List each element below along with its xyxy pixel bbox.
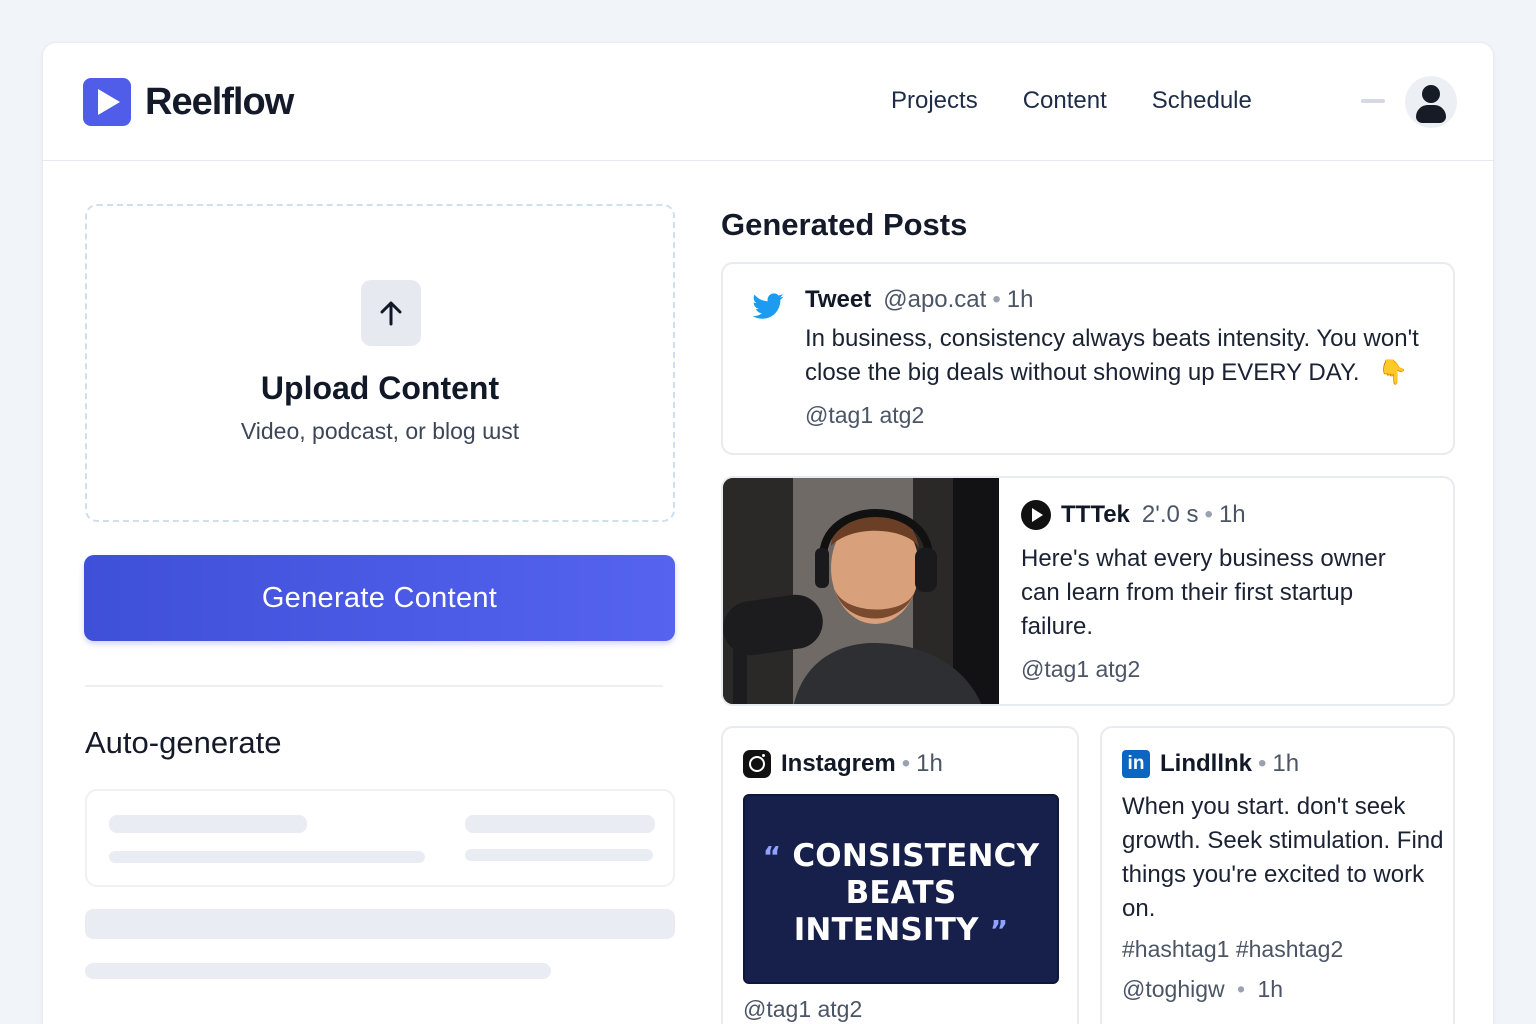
nav-schedule[interactable]: Schedule: [1152, 87, 1252, 115]
tweet-meta: Tweet @apo.cat • 1h: [805, 286, 1033, 314]
upload-dropzone[interactable]: Upload Content Video, podcast, or blog ɯ…: [85, 204, 675, 522]
twitter-bird-icon: [752, 293, 784, 319]
tweet-platform: Tweet: [805, 286, 872, 313]
linkedin-handle-row: @toghigw • 1h: [1122, 976, 1283, 1003]
linkedin-text: When you start. don't seek growth. Seek …: [1122, 793, 1444, 922]
tweet-tags: @tag1 atg2: [805, 402, 925, 428]
upload-button[interactable]: [361, 280, 421, 346]
skeleton-bar: [85, 963, 551, 979]
quote-line: INTENSITY ”: [745, 912, 1057, 949]
upload-title: Upload Content: [260, 370, 500, 406]
play-logo-icon: [83, 78, 131, 126]
tiktok-duration: 2'.0 s: [1141, 501, 1199, 528]
user-avatar[interactable]: [1405, 76, 1457, 128]
tiktok-platform: TTTek: [1061, 501, 1130, 528]
linkedin-card[interactable]: in Lindllnk • 1h When you start. don't s…: [1100, 726, 1455, 1024]
tweet-card[interactable]: Tweet @apo.cat • 1h In business, consist…: [721, 262, 1455, 455]
linkedin-handle[interactable]: @toghigw: [1122, 976, 1225, 1002]
avatar-head: [1422, 85, 1440, 103]
nav-content[interactable]: Content: [1023, 87, 1107, 115]
quote-line-2: BEATS: [845, 875, 957, 911]
app-window: Reelflow Projects Content Schedule Uploa…: [42, 42, 1494, 1024]
meta-separator: •: [1204, 501, 1213, 528]
tiktok-card[interactable]: TTTek 2'.0 s • 1h Here's what every busi…: [721, 476, 1455, 706]
podcast-photo-illustration: [723, 478, 999, 704]
instagram-tags: @tag1 atg2: [743, 996, 863, 1022]
podcast-host-photo: [723, 478, 999, 704]
linkedin-icon: in: [1122, 750, 1150, 778]
linkedin-meta: in Lindllnk • 1h: [1122, 750, 1299, 778]
instagram-card[interactable]: Instagrem • 1h “ CONSISTENCY BEATS INTEN…: [721, 726, 1079, 1024]
skeleton-line: [465, 849, 653, 861]
top-header: Reelflow Projects Content Schedule: [43, 43, 1493, 161]
tiktok-text: Here's what every business owner can lea…: [1021, 545, 1386, 640]
menu-dash-icon[interactable]: [1361, 99, 1385, 103]
quote-line-1: CONSISTENCY: [792, 838, 1040, 874]
skeleton-line: [109, 851, 425, 863]
tiktok-meta: TTTek 2'.0 s • 1h: [1021, 500, 1246, 530]
meta-separator: •: [1237, 976, 1246, 1002]
meta-separator: •: [1258, 750, 1267, 777]
tweet-handle[interactable]: @apo.cat: [883, 286, 986, 314]
quote-graphic: “ CONSISTENCY BEATS INTENSITY ”: [743, 794, 1059, 984]
skeleton-card: [85, 789, 675, 887]
app-name: Reelflow: [145, 80, 294, 123]
quote-text: “ CONSISTENCY BEATS INTENSITY ”: [745, 838, 1057, 949]
auto-generate-title: Auto-generate: [85, 725, 282, 760]
main-nav: Projects Content Schedule: [891, 87, 1252, 115]
logo[interactable]: Reelflow: [83, 78, 294, 126]
skeleton-bar: [85, 909, 675, 939]
upload-subtitle: Video, podcast, or blog ɯst: [240, 418, 520, 444]
section-divider: [85, 685, 663, 687]
nav-projects[interactable]: Projects: [891, 87, 978, 115]
linkedin-hashtags: #hashtag1 #hashtag2: [1122, 936, 1344, 962]
linkedin-time: 1h: [1272, 750, 1300, 777]
instagram-icon: [743, 750, 771, 778]
tiktok-tags: @tag1 atg2: [1021, 656, 1141, 682]
tiktok-play-icon: [1021, 500, 1051, 530]
quote-line-3: INTENSITY: [793, 912, 979, 948]
instagram-platform: Instagrem: [781, 750, 896, 777]
meta-separator: •: [992, 286, 1001, 313]
avatar-body: [1416, 105, 1446, 123]
quote-line: “ CONSISTENCY: [745, 838, 1057, 875]
quote-line: BEATS: [745, 875, 1057, 912]
arrow-up-icon: [380, 301, 402, 326]
generated-posts-title: Generated Posts: [721, 207, 968, 242]
pointing-down-emoji-icon: 👇: [1378, 359, 1409, 386]
instagram-meta: Instagrem • 1h: [743, 750, 943, 778]
meta-separator: •: [901, 750, 911, 777]
tweet-time: 1h: [1006, 286, 1034, 313]
linkedin-handle-time: 1h: [1257, 976, 1284, 1002]
quote-open-icon: “: [762, 840, 782, 873]
tweet-text: In business, consistency always beats in…: [805, 322, 1435, 390]
generate-content-button[interactable]: Generate Content: [84, 555, 675, 641]
instagram-time: 1h: [916, 750, 943, 777]
linkedin-platform: Lindllnk: [1160, 750, 1252, 777]
tweet-body: In business, consistency always beats in…: [805, 325, 1419, 386]
skeleton-line: [109, 815, 307, 833]
skeleton-line: [465, 815, 655, 833]
quote-close-icon: ”: [989, 914, 1009, 947]
tiktok-time: 1h: [1218, 501, 1246, 528]
